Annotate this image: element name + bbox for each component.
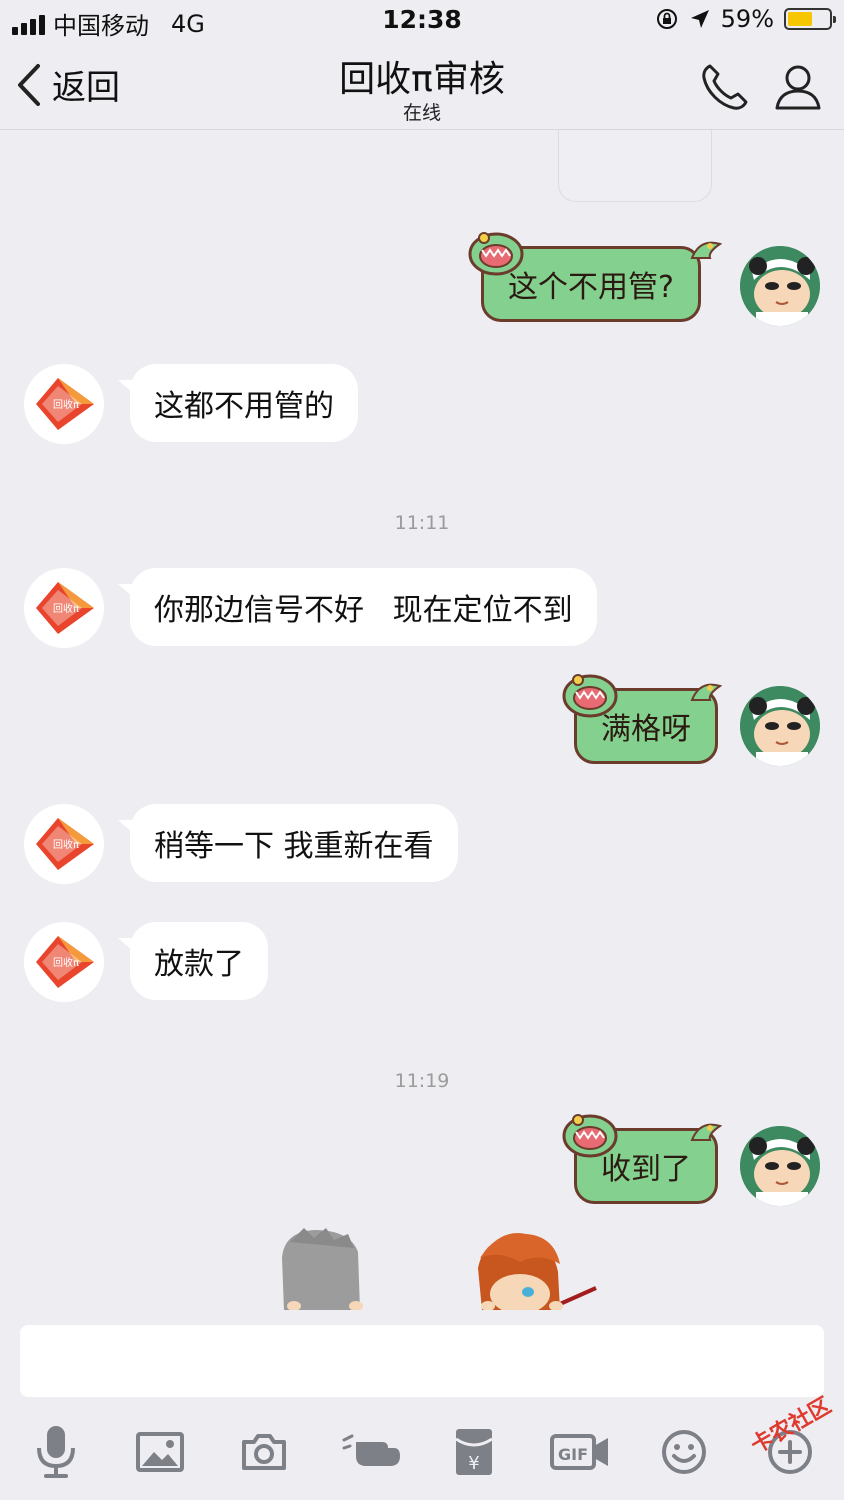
rotation-lock-icon bbox=[656, 9, 677, 29]
svg-text:GIF: GIF bbox=[558, 1445, 588, 1464]
timestamp: 11:19 bbox=[394, 1070, 450, 1092]
bot-avatar[interactable]: 回收π bbox=[24, 922, 104, 1002]
emoji-button[interactable] bbox=[654, 1422, 714, 1482]
panda-avatar-icon bbox=[740, 246, 820, 326]
self-avatar[interactable] bbox=[740, 686, 820, 766]
battery-icon bbox=[784, 8, 836, 30]
gif-icon: GIF bbox=[550, 1434, 608, 1470]
peeking-characters-sticker bbox=[282, 1228, 597, 1310]
image-icon bbox=[136, 1432, 184, 1472]
bot-avatar[interactable]: 回收π bbox=[24, 364, 104, 444]
red-packet-icon: ¥ bbox=[455, 1429, 493, 1475]
incoming-message[interactable]: 稍等一下 我重新在看 bbox=[118, 804, 458, 882]
input-toolbar: ¥ GIF bbox=[0, 1410, 844, 1500]
album-button[interactable] bbox=[130, 1422, 190, 1482]
self-avatar[interactable] bbox=[740, 246, 820, 326]
message-input-field[interactable] bbox=[20, 1325, 824, 1397]
emoji-icon bbox=[662, 1430, 706, 1474]
chat-header: 返回 回收π审核 在线 bbox=[0, 42, 844, 130]
logo-text: 回收π bbox=[53, 602, 79, 615]
panda-avatar-icon bbox=[740, 686, 820, 766]
battery-fill bbox=[788, 12, 812, 26]
bot-avatar[interactable]: 回收π bbox=[24, 568, 104, 648]
recycle-pi-logo-icon: 回收π bbox=[24, 804, 104, 884]
phone-icon bbox=[702, 64, 748, 110]
dino-tail-icon bbox=[690, 241, 722, 259]
svg-text:¥: ¥ bbox=[468, 1453, 479, 1474]
logo-text: 回收π bbox=[53, 956, 79, 969]
poke-button[interactable] bbox=[340, 1422, 404, 1482]
bot-avatar[interactable]: 回收π bbox=[24, 804, 104, 884]
camera-button[interactable] bbox=[234, 1422, 294, 1482]
call-button[interactable] bbox=[698, 60, 752, 118]
incoming-message[interactable]: 放款了 bbox=[118, 922, 268, 1000]
status-bar: 中国移动 4G 12:38 59% bbox=[0, 0, 844, 42]
red-packet-button[interactable]: ¥ bbox=[444, 1422, 504, 1482]
incoming-message[interactable]: 你那边信号不好 现在定位不到 bbox=[118, 568, 597, 646]
partial-message-bubble bbox=[558, 130, 712, 202]
logo-text: 回收π bbox=[53, 398, 79, 411]
dino-tail-icon bbox=[690, 1123, 722, 1141]
profile-icon bbox=[775, 65, 821, 110]
self-avatar[interactable] bbox=[740, 1126, 820, 1206]
voice-button[interactable] bbox=[26, 1422, 86, 1482]
gif-button[interactable]: GIF bbox=[548, 1422, 612, 1482]
dino-sticker-icon bbox=[562, 674, 618, 718]
recycle-pi-logo-icon: 回收π bbox=[24, 364, 104, 444]
timestamp: 11:11 bbox=[394, 512, 450, 534]
battery-percent: 59% bbox=[720, 5, 774, 33]
microphone-icon bbox=[37, 1426, 75, 1478]
dino-sticker-icon bbox=[562, 1114, 618, 1158]
panda-avatar-icon bbox=[740, 1126, 820, 1206]
incoming-message[interactable]: 这都不用管的 bbox=[118, 364, 358, 442]
dino-sticker-icon bbox=[468, 232, 524, 276]
poke-hand-icon bbox=[342, 1434, 400, 1466]
recycle-pi-logo-icon: 回收π bbox=[24, 568, 104, 648]
recycle-pi-logo-icon: 回收π bbox=[24, 922, 104, 1002]
logo-text: 回收π bbox=[53, 838, 79, 851]
profile-button[interactable] bbox=[772, 60, 824, 116]
camera-icon bbox=[242, 1434, 286, 1470]
location-arrow-icon bbox=[690, 10, 709, 28]
message-input[interactable] bbox=[20, 1325, 824, 1397]
dino-tail-icon bbox=[690, 683, 722, 701]
